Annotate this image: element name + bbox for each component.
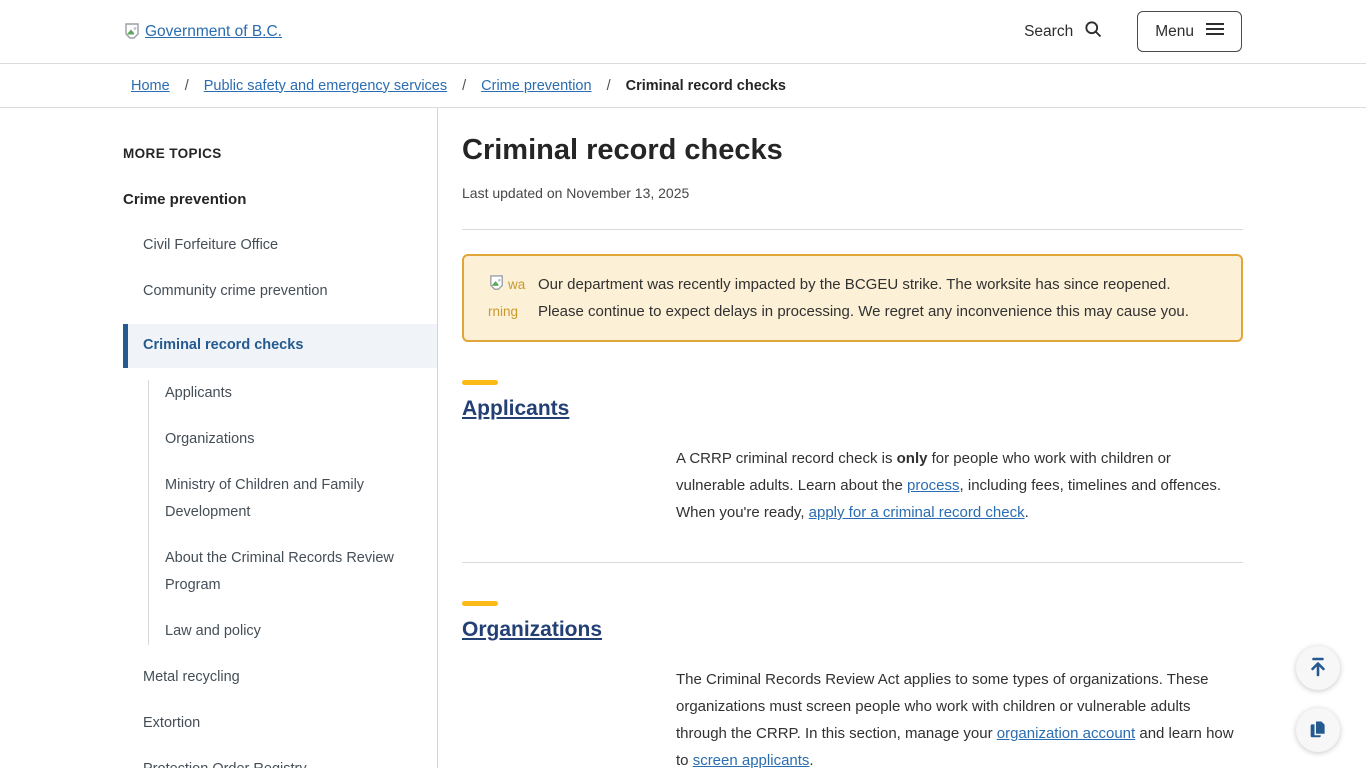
sidebar-item-ministry-of-children-and-family-development[interactable]: Ministry of Children and Family Developm… [165,472,437,526]
search-icon [1083,19,1103,44]
gold-accent-bar [462,380,498,385]
alert-text: Our department was recently impacted by … [538,271,1217,325]
header-actions: Search Menu [1024,11,1242,52]
sidebar-item-protection-order-registry[interactable]: Protection Order Registry [123,756,437,768]
copy-pages-icon [1307,718,1329,743]
breadcrumb: Home / Public safety and emergency service… [0,64,1366,108]
section-body: The Criminal Records Review Act applies … [676,666,1243,768]
inline-link[interactable]: apply for a criminal record check [809,504,1025,521]
warning-broken-image-icon: warning [488,271,528,325]
site-header: Government of B.C. Search Menu [0,0,1366,64]
sidebar-item-law-and-policy[interactable]: Law and policy [165,618,437,645]
sidebar-item-applicants[interactable]: Applicants [165,380,437,407]
back-to-top-button[interactable] [1296,646,1340,690]
sidebar: MORE TOPICS Crime prevention Civil Forfei… [0,108,438,768]
main-content: Criminal record checks Last updated on N… [438,108,1366,768]
breadcrumb-separator: / [607,78,611,94]
sidebar-item-civil-forfeiture-office[interactable]: Civil Forfeiture Office [123,232,437,259]
breadcrumb-separator: / [462,78,466,94]
inline-link[interactable]: organization account [997,725,1135,742]
organizations-paragraph: The Criminal Records Review Act applies … [676,666,1243,768]
broken-image-icon [123,22,143,42]
applicants-heading-link[interactable]: Applicants [462,397,569,420]
section-organizations: Organizations The Criminal Records Revie… [462,601,1243,768]
search-button[interactable]: Search [1024,19,1103,44]
menu-button[interactable]: Menu [1137,11,1242,52]
section-body: A CRRP criminal record check is only for… [676,445,1243,526]
sidebar-item-extortion[interactable]: Extortion [123,710,437,737]
logo-link[interactable]: Government of B.C. [123,22,282,42]
divider [462,562,1243,563]
logo-alt-text: Government of B.C. [145,23,282,41]
alert-banner: warning Our department was recently impa… [462,254,1243,342]
last-updated: Last updated on November 13, 2025 [462,185,1243,201]
sidebar-nav: Crime prevention Civil Forfeiture Office C… [123,186,437,768]
floating-buttons [1296,646,1340,752]
menu-label: Menu [1155,23,1194,41]
sidebar-item-crime-prevention[interactable]: Crime prevention [123,186,437,213]
layout: MORE TOPICS Crime prevention Civil Forfei… [0,108,1366,768]
sidebar-subgroup: Applicants Organizations Ministry of Child… [148,380,437,645]
inline-link[interactable]: process [907,477,960,494]
arrow-up-icon [1306,655,1330,682]
page-title: Criminal record checks [462,134,1243,167]
bold-text: only [897,450,928,467]
sidebar-item-criminal-record-checks[interactable]: Criminal record checks [123,324,437,368]
sidebar-item-about-the-criminal-records-review-program[interactable]: About the Criminal Records Review Progra… [165,545,437,599]
copy-page-button[interactable] [1296,708,1340,752]
breadcrumb-separator: / [185,78,189,94]
breadcrumb-item[interactable]: Public safety and emergency services [204,78,447,94]
breadcrumb-item[interactable]: Crime prevention [481,78,591,94]
page: Government of B.C. Search Menu [0,0,1366,768]
sidebar-item-community-crime-prevention[interactable]: Community crime prevention [123,278,437,305]
menu-icon [1206,22,1224,41]
sidebar-item-metal-recycling[interactable]: Metal recycling [123,664,437,691]
search-label: Search [1024,23,1073,41]
gold-accent-bar [462,601,498,606]
organizations-heading-link[interactable]: Organizations [462,618,602,641]
sidebar-title: MORE TOPICS [123,146,437,161]
inline-link[interactable]: screen applicants [693,752,810,768]
breadcrumb-item[interactable]: Home [131,78,170,94]
section-applicants: Applicants A CRRP criminal record check … [462,380,1243,526]
breadcrumb-item: Criminal record checks [626,78,786,94]
divider [462,229,1243,230]
applicants-paragraph: A CRRP criminal record check is only for… [676,445,1243,526]
sidebar-item-organizations[interactable]: Organizations [165,426,437,453]
